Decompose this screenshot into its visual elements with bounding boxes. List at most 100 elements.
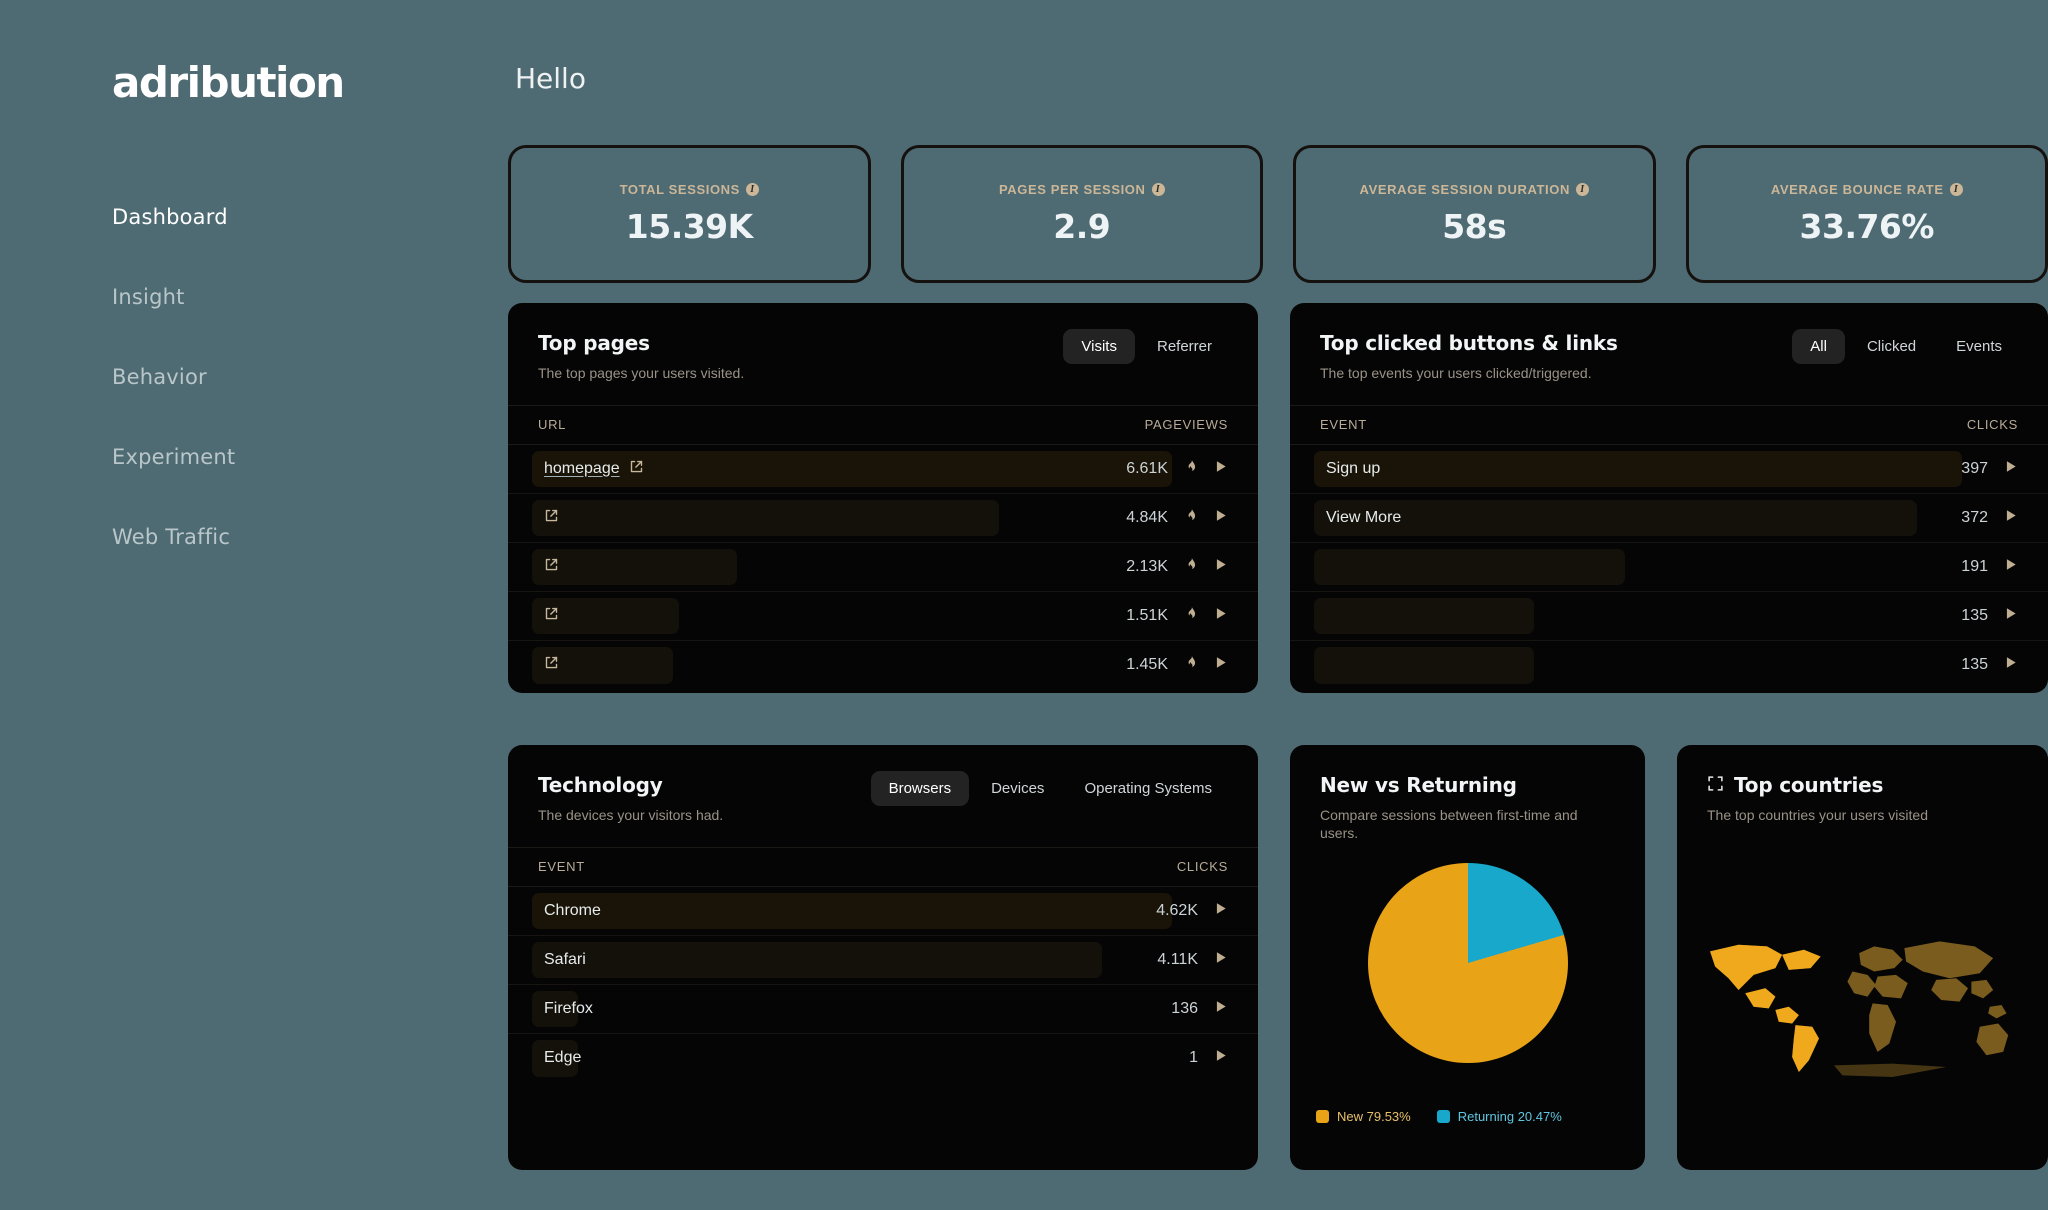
new-vs-returning-pie-chart — [1367, 863, 1568, 1063]
play-icon[interactable] — [1214, 1048, 1228, 1068]
row-label-cell — [538, 557, 1112, 577]
row-bar — [1314, 548, 1626, 585]
flame-icon[interactable] — [1184, 605, 1198, 627]
row-label: Safari — [544, 950, 586, 968]
row-value: 135 — [1961, 656, 1988, 673]
technology-rows: Chrome 4.62K Safari 4.11K Firefox 136 Edge 1 — [508, 887, 1258, 1083]
legend-item[interactable]: New 79.53% — [1316, 1109, 1411, 1124]
table-row[interactable]: 135 — [1290, 592, 2048, 641]
world-map[interactable] — [1695, 895, 2030, 1105]
legend-item[interactable]: Returning 20.47% — [1436, 1109, 1562, 1124]
flame-icon[interactable] — [1184, 654, 1198, 676]
external-link-icon[interactable] — [544, 655, 559, 675]
expand-icon[interactable] — [1707, 773, 1724, 797]
tab-all[interactable]: All — [1792, 329, 1845, 364]
row-value-cell: 1.51K — [1112, 605, 1228, 627]
sidebar-item-dashboard[interactable]: Dashboard — [112, 205, 442, 229]
external-link-icon[interactable] — [544, 557, 559, 577]
external-link-icon[interactable] — [544, 606, 559, 626]
row-label-cell: Firefox — [538, 1000, 1142, 1018]
external-link-icon[interactable] — [629, 459, 644, 479]
play-icon[interactable] — [2004, 459, 2018, 479]
table-row[interactable]: Edge 1 — [508, 1034, 1258, 1083]
pie-chart-wrap — [1290, 863, 1645, 1063]
kpi-label: TOTAL SESSIONS i — [620, 182, 759, 197]
tab-browsers[interactable]: Browsers — [870, 771, 970, 806]
row-value: 397 — [1961, 459, 1988, 477]
tab-events[interactable]: Events — [1938, 329, 2020, 364]
play-icon[interactable] — [1214, 459, 1228, 479]
info-icon[interactable]: i — [745, 183, 759, 196]
external-link-icon[interactable] — [544, 508, 559, 528]
table-row[interactable]: 1.45K — [508, 641, 1258, 690]
info-icon[interactable]: i — [1575, 183, 1589, 196]
row-label-cell — [538, 606, 1112, 626]
top-clicked-column-headers: EVENT CLICKS — [1290, 404, 2048, 445]
kpi-card: PAGES PER SESSION i 2.9 — [900, 145, 1263, 283]
sidebar-item-web-traffic[interactable]: Web Traffic — [112, 525, 442, 549]
table-row[interactable]: Firefox 136 — [508, 985, 1258, 1034]
row-value-cell: 191 — [1932, 557, 2018, 577]
play-icon[interactable] — [1214, 655, 1228, 675]
table-row[interactable]: Safari 4.11K — [508, 936, 1258, 985]
play-icon[interactable] — [1214, 606, 1228, 626]
sidebar-item-behavior[interactable]: Behavior — [112, 365, 442, 389]
kpi-row: TOTAL SESSIONS i 15.39K PAGES PER SESSION i 2… — [508, 145, 2048, 283]
row-value: 1.45K — [1126, 656, 1168, 673]
table-row[interactable]: Chrome 4.62K — [508, 887, 1258, 936]
info-icon[interactable]: i — [1151, 183, 1165, 196]
tab-operating-systems[interactable]: Operating Systems — [1066, 771, 1230, 806]
top-countries-subtitle: The top countries your users visited — [1707, 807, 1928, 823]
row-bar — [1314, 597, 1535, 634]
new-vs-returning-panel: New vs Returning Compare sessions betwee… — [1290, 745, 1645, 1170]
row-label: Chrome — [544, 901, 601, 919]
legend-label: New 79.53% — [1337, 1109, 1411, 1124]
legend-swatch — [1436, 1110, 1450, 1123]
row-value: 191 — [1961, 557, 1988, 575]
sidebar-item-experiment[interactable]: Experiment — [112, 445, 442, 469]
row-label-cell: homepage — [538, 459, 1112, 479]
row-value-cell: 135 — [1932, 606, 2018, 626]
kpi-label: AVERAGE BOUNCE RATE i — [1771, 182, 1963, 197]
play-icon[interactable] — [1214, 999, 1228, 1019]
play-icon[interactable] — [1214, 508, 1228, 528]
play-icon[interactable] — [1214, 557, 1228, 577]
table-row[interactable]: homepage 6.61K — [508, 445, 1258, 494]
tab-referrer[interactable]: Referrer — [1139, 329, 1230, 364]
top-pages-column-headers: URL PAGEVIEWS — [508, 404, 1258, 445]
row-label: Sign up — [1326, 459, 1381, 477]
play-icon[interactable] — [1214, 901, 1228, 921]
flame-icon[interactable] — [1184, 458, 1198, 480]
tab-clicked[interactable]: Clicked — [1849, 329, 1934, 364]
tab-visits[interactable]: Visits — [1063, 329, 1135, 364]
table-row[interactable]: 191 — [1290, 543, 2048, 592]
play-icon[interactable] — [2004, 606, 2018, 626]
sidebar-item-insight[interactable]: Insight — [112, 285, 442, 309]
table-row[interactable]: Sign up 397 — [1290, 445, 2048, 494]
row-value-cell: 372 — [1932, 508, 2018, 528]
table-row[interactable]: View More 372 — [1290, 494, 2048, 543]
technology-header: Technology The devices your visitors had… — [508, 745, 1258, 847]
info-icon[interactable]: i — [1949, 183, 1963, 196]
table-row[interactable]: 2.13K — [508, 543, 1258, 592]
row-value: 1 — [1189, 1049, 1198, 1066]
play-icon[interactable] — [1214, 950, 1228, 970]
row-value: 4.62K — [1156, 901, 1198, 919]
table-row[interactable]: 135 — [1290, 641, 2048, 690]
flame-icon[interactable] — [1184, 507, 1198, 529]
play-icon[interactable] — [2004, 557, 2018, 577]
tab-devices[interactable]: Devices — [973, 771, 1062, 806]
table-row[interactable]: 4.84K — [508, 494, 1258, 543]
table-row[interactable]: 1.51K — [508, 592, 1258, 641]
kpi-label: PAGES PER SESSION i — [999, 182, 1165, 197]
row-value: 136 — [1171, 999, 1198, 1017]
kpi-label-text: AVERAGE BOUNCE RATE — [1770, 182, 1944, 197]
row-label[interactable]: homepage — [544, 460, 620, 478]
flame-icon[interactable] — [1184, 556, 1198, 578]
play-icon[interactable] — [2004, 508, 2018, 528]
row-value-cell: 135 — [1932, 655, 2018, 675]
sidebar: adribution Dashboard Insight Behavior Exper… — [0, 0, 505, 1210]
play-icon[interactable] — [2004, 655, 2018, 675]
row-value-cell: 6.61K — [1112, 458, 1228, 480]
technology-subtitle: The devices your visitors had. — [538, 807, 724, 823]
